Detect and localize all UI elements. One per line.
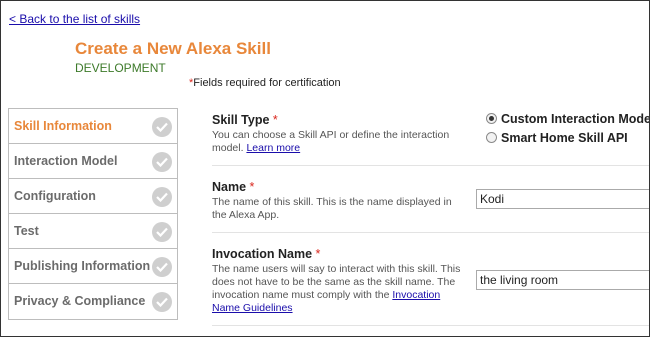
sidebar-item-label: Test [14,224,39,238]
environment-label: DEVELOPMENT [75,61,166,75]
invocation-name-section: Invocation Name * The name users will sa… [212,247,472,315]
invocation-description-line: The name users will say to interact with… [212,263,461,275]
name-description-line: The name of this skill. This is the name… [212,196,452,208]
divider [212,232,649,233]
required-note-text: Fields required for certification [193,77,341,89]
divider [212,325,649,326]
sidebar-item-label: Interaction Model [14,154,118,168]
skill-type-title: Skill Type [212,113,270,127]
invocation-name-description: The name users will say to interact with… [212,263,472,315]
required-star: * [272,113,278,127]
sidebar-item-test[interactable]: Test [9,214,177,249]
sidebar-item-privacy-compliance[interactable]: Privacy & Compliance [9,284,177,319]
radio-label: Custom Interaction Model [501,112,650,126]
skill-type-section: Skill Type * You can choose a Skill API … [212,113,472,155]
name-label: Name * [212,180,472,194]
invocation-name-input[interactable] [476,270,649,290]
name-description-line: the Alexa App. [212,209,280,221]
page-title: Create a New Alexa Skill [75,39,271,58]
invocation-name-title: Invocation Name [212,247,313,261]
sidebar-item-label: Privacy & Compliance [14,294,146,308]
sidebar-item-label: Skill Information [14,119,112,133]
checkmark-icon [152,117,172,137]
sidebar-item-skill-information[interactable]: Skill Information [9,109,177,144]
invocation-description-line: does not have to be the same as the skil… [212,276,456,288]
back-to-skills-link[interactable]: < Back to the list of skills [9,12,140,26]
skill-type-label: Skill Type * [212,113,472,127]
page-frame: < Back to the list of skills Create a Ne… [0,0,650,337]
invocation-description-line: Name Guidelines [212,302,472,315]
checkmark-icon [152,222,172,242]
invocation-description-line: invocation name must comply with the Inv… [212,289,472,302]
required-star: * [249,180,255,194]
checkmark-icon [152,292,172,312]
skill-name-input[interactable] [476,189,649,209]
checkmark-icon [152,152,172,172]
invocation-guidelines-link[interactable]: Invocation [392,289,440,301]
required-note: *Fields required for certification [189,77,341,89]
invocation-name-label: Invocation Name * [212,247,472,261]
name-description: The name of this skill. This is the name… [212,196,472,222]
invocation-guidelines-link-continued[interactable]: Name Guidelines [212,302,293,314]
radio-custom-interaction-model[interactable]: Custom Interaction Model [486,112,650,128]
sidebar-item-publishing-information[interactable]: Publishing Information [9,249,177,284]
sidebar: Skill Information Interaction Model Conf… [8,108,178,320]
divider [212,165,649,166]
sidebar-item-label: Publishing Information [14,259,151,273]
name-section: Name * The name of this skill. This is t… [212,180,472,222]
checkmark-icon [152,257,172,277]
radio-selected-icon [486,113,497,124]
radio-smart-home-skill-api[interactable]: Smart Home Skill API [486,131,628,147]
learn-more-link[interactable]: Learn more [246,142,300,154]
checkmark-icon [152,187,172,207]
invocation-description-text: invocation name must comply with the [212,289,390,301]
name-title: Name [212,180,247,194]
sidebar-item-label: Configuration [14,189,96,203]
sidebar-item-configuration[interactable]: Configuration [9,179,177,214]
sidebar-item-interaction-model[interactable]: Interaction Model [9,144,177,179]
required-star: * [315,247,321,261]
skill-type-description: You can choose a Skill API or define the… [212,129,472,155]
radio-unselected-icon [486,132,497,143]
radio-label: Smart Home Skill API [501,131,628,145]
